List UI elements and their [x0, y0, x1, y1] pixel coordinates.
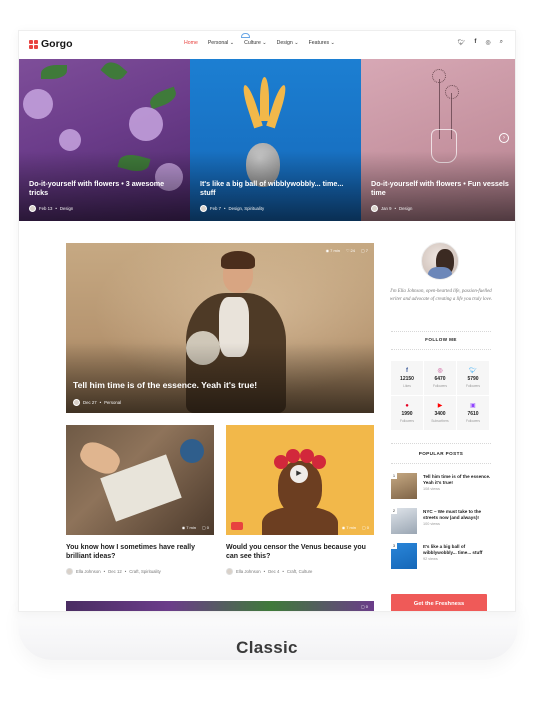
- play-video-icon[interactable]: ▶: [290, 465, 308, 483]
- author-avatar: [226, 568, 233, 576]
- featured-post-title[interactable]: Tell him time is of the essence. Yeah it…: [73, 380, 283, 391]
- author-avatar: [66, 568, 73, 576]
- popular-post[interactable]: 1 Tell him time is of the essence. Yeah …: [391, 473, 493, 503]
- facebook-icon[interactable]: f: [474, 39, 476, 46]
- instagram-icon: ◎: [437, 368, 443, 374]
- video-badge-icon: [231, 522, 243, 530]
- popular-posts-list: 1 Tell him time is of the essence. Yeah …: [391, 473, 493, 578]
- author-avatar: [29, 205, 36, 212]
- demo-caption: Classic: [236, 638, 298, 657]
- nav-item-home[interactable]: Home: [184, 40, 198, 46]
- featured-post-meta: Dec 27 • Personal: [73, 399, 121, 406]
- pinterest-icon: ●: [405, 403, 409, 409]
- hero-slider: Do-it-yourself with flowers • 3 awesome …: [19, 59, 515, 221]
- youtube-icon: ▶: [437, 403, 443, 409]
- twitter-icon: 🐦︎: [469, 368, 477, 374]
- post-thumbnail[interactable]: ◉ 7 min ▢ 0: [66, 425, 214, 535]
- hero-slide-title[interactable]: Do-it-yourself with flowers • 3 awesome …: [29, 179, 179, 197]
- like-count[interactable]: ♡ 24: [346, 248, 355, 253]
- popular-post[interactable]: 3 It's like a big ball of wibblywobbly..…: [391, 543, 493, 573]
- search-icon[interactable]: ⌕: [500, 39, 503, 46]
- post-meta: Ella Johnson • Dec 12 • Craft, Spirituality: [66, 568, 214, 576]
- eye-icon: ◉: [325, 248, 330, 253]
- popular-post[interactable]: 2 NYC – We must take to the streets now …: [391, 508, 493, 538]
- post-stats: ◉ 7 min ▢ 0: [341, 525, 369, 530]
- comment-icon: ▢: [360, 604, 365, 609]
- theme-preview-card[interactable]: Gorgo Home Personal ⌄ Culture ⌄ Design ⌄…: [18, 30, 516, 612]
- follow-youtube[interactable]: ▶ 3400 Subscribers: [424, 396, 456, 430]
- get-freshness-button[interactable]: Get the Freshness: [391, 594, 487, 611]
- logo-text: Gorgo: [41, 38, 73, 50]
- twitch-icon: ▣: [470, 403, 476, 409]
- author-avatar: [73, 399, 80, 406]
- header-socials: 🐦︎ f ◎ ⌕: [458, 39, 503, 46]
- eye-icon: ◉: [341, 525, 346, 530]
- author-photo: [421, 242, 459, 280]
- eye-icon: ◉: [181, 525, 186, 530]
- nav-item-personal[interactable]: Personal ⌄: [208, 40, 234, 46]
- facebook-icon: f: [406, 368, 408, 374]
- hero-slide-title[interactable]: Do-it-yourself with flowers • Fun vessel…: [371, 179, 515, 197]
- nav-item-design[interactable]: Design ⌄: [277, 40, 299, 46]
- hero-slide-3[interactable]: Do-it-yourself with flowers • Fun vessel…: [361, 59, 515, 221]
- author-avatar: [200, 205, 207, 212]
- twitter-icon[interactable]: 🐦︎: [458, 39, 466, 46]
- post-stats: ◉ 7 min ♡ 24 ▢ 7: [326, 248, 368, 253]
- site-header: Gorgo Home Personal ⌄ Culture ⌄ Design ⌄…: [19, 31, 515, 59]
- post-title[interactable]: Would you censor the Venus because you c…: [226, 543, 374, 561]
- follow-pinterest[interactable]: ● 1990 Followers: [391, 396, 423, 430]
- follow-twitch[interactable]: ▣ 7610 Followers: [457, 396, 489, 430]
- author-avatar: [371, 205, 378, 212]
- new-badge-icon: [241, 33, 250, 38]
- logo-mark-icon: [29, 39, 38, 49]
- heart-icon: ♡: [345, 248, 350, 253]
- nav-item-features[interactable]: Features ⌄: [309, 40, 335, 46]
- site-logo[interactable]: Gorgo: [29, 38, 73, 50]
- comment-count: ▢ 0: [360, 604, 368, 609]
- follow-facebook[interactable]: f 12150 Likes: [391, 361, 423, 395]
- post-thumbnail[interactable]: ▶ ◉ 7 min ▢ 0: [226, 425, 374, 535]
- hero-slide-meta: Jan 9 • Design: [371, 205, 412, 212]
- comment-icon: ▢: [360, 248, 365, 253]
- follow-grid: f 12150 Likes ◎ 6470 Followers 🐦︎ 5790 F…: [391, 361, 489, 430]
- post-stats: ◉ 7 min ▢ 0: [181, 525, 209, 530]
- post-title[interactable]: You know how I sometimes have really bri…: [66, 543, 214, 561]
- featured-post[interactable]: ◉ 7 min ♡ 24 ▢ 7 Tell him time is of the es…: [66, 243, 374, 413]
- about-text: I'm Ella Johnson, open-hearted life, pas…: [389, 289, 493, 302]
- slider-next-arrow-icon[interactable]: ›: [499, 133, 509, 143]
- follow-twitter[interactable]: 🐦︎ 5790 Followers: [457, 361, 489, 395]
- post-meta: Ella Johnson • Dec 4 • Craft, Culture: [226, 568, 374, 576]
- comment-count[interactable]: ▢ 7: [361, 248, 368, 253]
- comment-icon: ▢: [201, 525, 206, 530]
- follow-instagram[interactable]: ◎ 6470 Followers: [424, 361, 456, 395]
- popular-posts-title: POPULAR POSTS: [418, 451, 464, 456]
- hero-slide-2[interactable]: It's like a big ball of wibblywobbly... …: [190, 59, 361, 221]
- main-nav: Home Personal ⌄ Culture ⌄ Design ⌄ Featu…: [184, 40, 335, 46]
- post-card-2[interactable]: ▶ ◉ 7 min ▢ 0 Would you censor the Venus b…: [226, 425, 374, 576]
- instagram-icon[interactable]: ◎: [485, 39, 490, 46]
- nav-item-culture[interactable]: Culture ⌄: [244, 40, 267, 46]
- hero-slide-meta: Feb 13 • Design: [29, 205, 73, 212]
- post-card-1[interactable]: ◉ 7 min ▢ 0 You know how I sometimes have …: [66, 425, 214, 576]
- comment-icon: ▢: [361, 525, 366, 530]
- follow-title: FOLLOW ME: [425, 337, 457, 342]
- hero-slide-title[interactable]: It's like a big ball of wibblywobbly... …: [200, 179, 350, 197]
- hero-slide-meta: Feb 7 • Design, Spirituality: [200, 205, 264, 212]
- hero-slide-1[interactable]: Do-it-yourself with flowers • 3 awesome …: [19, 59, 190, 221]
- next-post-preview[interactable]: ▢ 0: [66, 601, 374, 611]
- read-time: ◉ 7 min: [325, 248, 340, 253]
